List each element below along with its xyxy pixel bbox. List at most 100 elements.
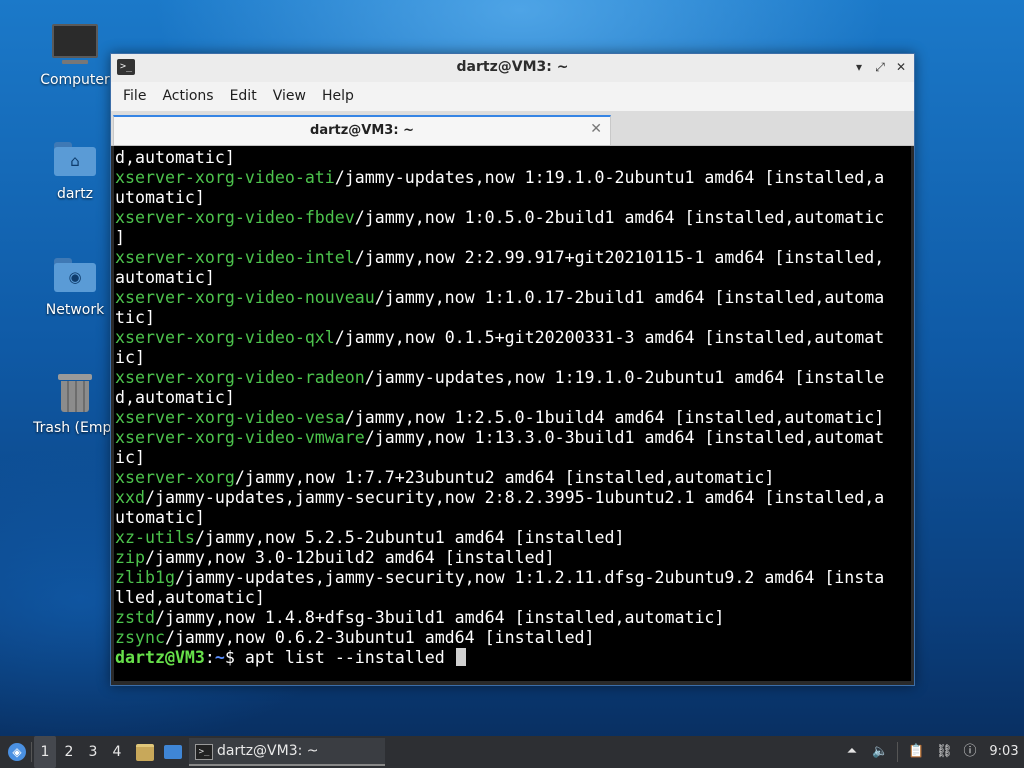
line-text: /jammy,now 1:0.5.0-2build1 amd64 [instal…: [354, 208, 885, 227]
terminal-line: zstd/jammy,now 1.4.8+dfsg-3build1 amd64 …: [115, 608, 911, 628]
prompt-line[interactable]: dartz@VM3:~$ apt list --installed: [115, 648, 911, 668]
line-text: /jammy-updates,now 1:19.1.0-2ubuntu1 amd…: [364, 368, 885, 387]
line-text: lled,automatic]: [115, 588, 265, 607]
package-name: zip: [115, 548, 145, 567]
menu-bar: File Actions Edit View Help: [111, 82, 914, 111]
line-text: automatic]: [115, 268, 215, 287]
line-text: /jammy,now 1:7.7+23ubuntu2 amd64 [instal…: [234, 468, 775, 487]
tab-bar: dartz@VM3: ~ ✕: [111, 111, 914, 146]
package-name: xserver-xorg-video-ati: [115, 168, 335, 187]
terminal-line: ic]: [115, 448, 911, 468]
line-text: utomatic]: [115, 188, 205, 207]
tab-label: dartz@VM3: ~: [310, 123, 414, 138]
start-menu-icon: ◈: [8, 743, 26, 761]
line-text: /jammy,now 5.2.5-2ubuntu1 amd64 [install…: [194, 528, 625, 547]
package-name: xserver-xorg-video-fbdev: [115, 208, 355, 227]
update-notifier-icon[interactable]: ⓘ: [962, 744, 978, 760]
line-text: /jammy,now 0.1.5+git20200331-3 amd64 [in…: [334, 328, 885, 347]
minimize-button[interactable]: ▾: [851, 59, 867, 75]
terminal-line: utomatic]: [115, 188, 911, 208]
computer-icon: [52, 24, 98, 64]
clipboard-icon[interactable]: 📋: [908, 744, 924, 760]
show-desktop-icon: [164, 745, 182, 759]
workspace-1[interactable]: 1: [34, 736, 56, 768]
window-title: dartz@VM3: ~: [456, 59, 569, 75]
start-menu-button[interactable]: ◈: [4, 736, 30, 768]
trash-icon: [58, 374, 92, 412]
line-text: /jammy,now 0.6.2-3ubuntu1 amd64 [install…: [164, 628, 595, 647]
line-text: /jammy,now 2:2.99.917+git20210115-1 amd6…: [354, 248, 885, 267]
file-manager-launcher[interactable]: [134, 736, 156, 768]
line-text: /jammy,now 1:2.5.0-1build4 amd64 [instal…: [344, 408, 885, 427]
terminal-line: xserver-xorg-video-radeon/jammy-updates,…: [115, 368, 911, 388]
line-text: d,automatic]: [115, 388, 235, 407]
tab-close-icon[interactable]: ✕: [590, 121, 602, 137]
menu-file[interactable]: File: [115, 82, 154, 111]
package-name: xserver-xorg-video-intel: [115, 248, 355, 267]
package-name: xserver-xorg: [115, 468, 235, 487]
terminal-output[interactable]: d,automatic] xserver-xorg-video-ati/jammy…: [114, 146, 911, 681]
maximize-button[interactable]: ⤢: [872, 59, 888, 75]
terminal-line: xxd/jammy-updates,jammy-security,now 2:8…: [115, 488, 911, 508]
terminal-line: zip/jammy,now 3.0-12build2 amd64 [instal…: [115, 548, 911, 568]
terminal-line: ic]: [115, 348, 911, 368]
menu-view[interactable]: View: [265, 82, 314, 111]
clock[interactable]: 9:03: [986, 736, 1022, 768]
terminal-line: xserver-xorg-video-nouveau/jammy,now 1:1…: [115, 288, 911, 308]
line-text: ]: [115, 228, 125, 247]
taskbar-window-button[interactable]: >_ dartz@VM3: ~: [189, 738, 385, 766]
command-text: apt list --installed: [234, 648, 455, 667]
menu-edit[interactable]: Edit: [222, 82, 265, 111]
terminal-line: d,automatic]: [115, 388, 911, 408]
package-name: zstd: [115, 608, 155, 627]
line-text: /jammy,now 1:13.3.0-3build1 amd64 [insta…: [364, 428, 885, 447]
line-text: /jammy,now 3.0-12build2 amd64 [installed…: [144, 548, 555, 567]
line-text: d,automatic]: [115, 148, 235, 167]
volume-icon[interactable]: 🔈: [872, 744, 888, 760]
terminal-line: automatic]: [115, 268, 911, 288]
package-name: xserver-xorg-video-vmware: [115, 428, 365, 447]
line-text: /jammy-updates,jammy-security,now 2:8.2.…: [144, 488, 885, 507]
file-manager-icon: [136, 743, 154, 761]
line-text: /jammy-updates,jammy-security,now 1:1.2.…: [174, 568, 885, 587]
network-folder-icon: ◉: [54, 258, 96, 292]
line-text: ic]: [115, 348, 145, 367]
text-cursor: [455, 648, 466, 666]
window-titlebar[interactable]: >_ dartz@VM3: ~ ▾ ⤢ ✕: [111, 54, 914, 82]
show-desktop-launcher[interactable]: [162, 736, 184, 768]
prompt-user-host: dartz@VM3: [115, 648, 205, 667]
menu-actions[interactable]: Actions: [154, 82, 221, 111]
prompt-directory: ~: [214, 648, 225, 667]
taskbar-window-label: dartz@VM3: ~: [217, 743, 319, 759]
package-name: zsync: [115, 628, 165, 647]
line-text: tic]: [115, 308, 155, 327]
tab-terminal[interactable]: dartz@VM3: ~ ✕: [113, 115, 611, 145]
tray-arrow-icon[interactable]: ⏶: [844, 744, 860, 760]
menu-help[interactable]: Help: [314, 82, 362, 111]
terminal-line: ]: [115, 228, 911, 248]
terminal-icon: >_: [195, 744, 213, 760]
terminal-line: utomatic]: [115, 508, 911, 528]
terminal-window: >_ dartz@VM3: ~ ▾ ⤢ ✕ File Actions Edit …: [110, 53, 915, 686]
terminal-line: xserver-xorg-video-vmware/jammy,now 1:13…: [115, 428, 911, 448]
package-name: xxd: [115, 488, 145, 507]
terminal-line: zlib1g/jammy-updates,jammy-security,now …: [115, 568, 911, 588]
workspace-3[interactable]: 3: [82, 736, 104, 768]
terminal-line: d,automatic]: [115, 148, 911, 168]
terminal-lines: d,automatic] xserver-xorg-video-ati/jammy…: [114, 146, 911, 668]
line-text: /jammy-updates,now 1:19.1.0-2ubuntu1 amd…: [334, 168, 885, 187]
terminal-line: xserver-xorg-video-fbdev/jammy,now 1:0.5…: [115, 208, 911, 228]
terminal-line: xz-utils/jammy,now 5.2.5-2ubuntu1 amd64 …: [115, 528, 911, 548]
workspace-2[interactable]: 2: [58, 736, 80, 768]
close-button[interactable]: ✕: [893, 59, 909, 75]
package-name: zlib1g: [115, 568, 175, 587]
terminal-line: xserver-xorg-video-qxl/jammy,now 0.1.5+g…: [115, 328, 911, 348]
line-text: ic]: [115, 448, 145, 467]
prompt-symbol: $: [224, 648, 235, 667]
workspace-4[interactable]: 4: [106, 736, 128, 768]
package-name: xserver-xorg-video-nouveau: [115, 288, 375, 307]
line-text: /jammy,now 1.4.8+dfsg-3build1 amd64 [ins…: [154, 608, 725, 627]
network-icon[interactable]: ⛓: [936, 744, 953, 760]
terminal-line: tic]: [115, 308, 911, 328]
terminal-line: zsync/jammy,now 0.6.2-3ubuntu1 amd64 [in…: [115, 628, 911, 648]
